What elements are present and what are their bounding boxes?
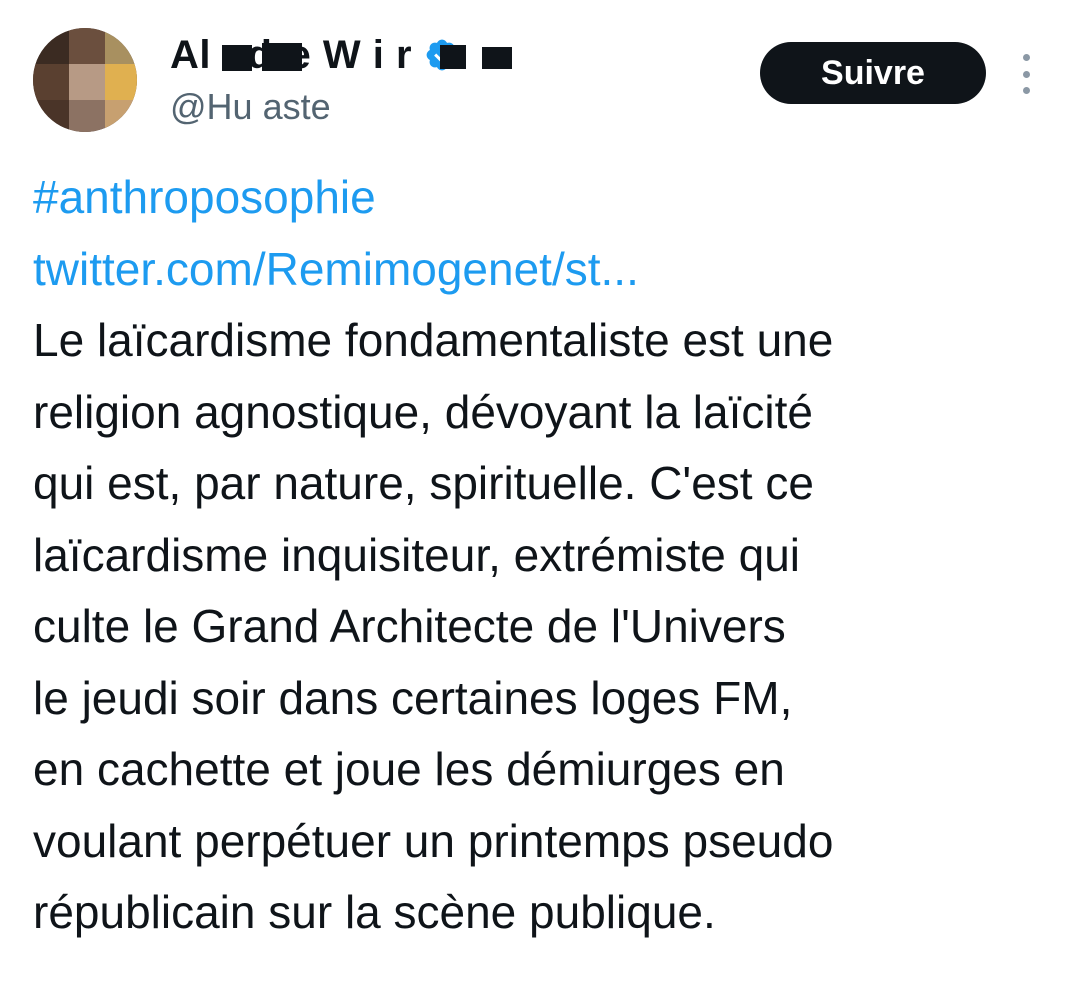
quoted-tweet-link[interactable]: twitter.com/Remimogenet/st...	[33, 234, 1053, 306]
avatar-pixel	[105, 100, 137, 132]
tweet-card: Al ndre W i r @Hu aste Suivre #anthropos…	[0, 0, 1080, 990]
avatar-pixel	[105, 64, 137, 100]
avatar-pixel	[69, 64, 105, 100]
author-display-name[interactable]: Al ndre W i r	[170, 33, 512, 78]
author-name-row: Al ndre W i r	[170, 30, 512, 80]
tweet-body-line: républicain sur la scène publique.	[33, 886, 716, 938]
redaction-block	[262, 42, 302, 71]
avatar-pixel	[33, 100, 69, 132]
redaction-block	[440, 44, 466, 69]
more-vertical-icon[interactable]	[1016, 54, 1036, 94]
tweet-body-line: laïcardisme inquisiteur, extrémiste qui	[33, 528, 800, 581]
tweet-body-line: qui est, par nature, spirituelle. C'est …	[33, 457, 814, 509]
hashtag-link[interactable]: #anthroposophie	[33, 162, 1053, 234]
tweet-body-line: le jeudi soir dans certaines loges FM,	[33, 671, 793, 724]
tweet-body-line: Le laïcardisme fondamentaliste est une	[33, 314, 834, 366]
tweet-text: #anthroposophie twitter.com/Remimogenet/…	[33, 162, 1053, 949]
follow-button[interactable]: Suivre	[760, 42, 986, 104]
tweet-body-line: culte le Grand Architecte de l'Univers	[33, 600, 786, 652]
avatar-pixel	[33, 64, 69, 100]
avatar-pixel	[33, 28, 69, 64]
avatar-pixel	[69, 28, 105, 64]
tweet-body-line: en cachette et joue les démiurges en	[33, 743, 785, 795]
tweet-body-line: voulant perpétuer un printemps pseudo	[33, 814, 834, 867]
author-avatar[interactable]	[33, 28, 137, 132]
author-handle[interactable]: @Hu aste	[170, 86, 331, 128]
avatar-pixel	[69, 100, 105, 132]
more-dot	[1022, 87, 1030, 94]
redaction-block	[222, 44, 252, 71]
tweet-body-line: religion agnostique, dévoyant la laïcité	[33, 385, 813, 438]
more-dot	[1022, 70, 1030, 78]
redaction-block	[482, 46, 512, 69]
avatar-pixel	[105, 28, 137, 64]
more-dot	[1022, 54, 1030, 61]
